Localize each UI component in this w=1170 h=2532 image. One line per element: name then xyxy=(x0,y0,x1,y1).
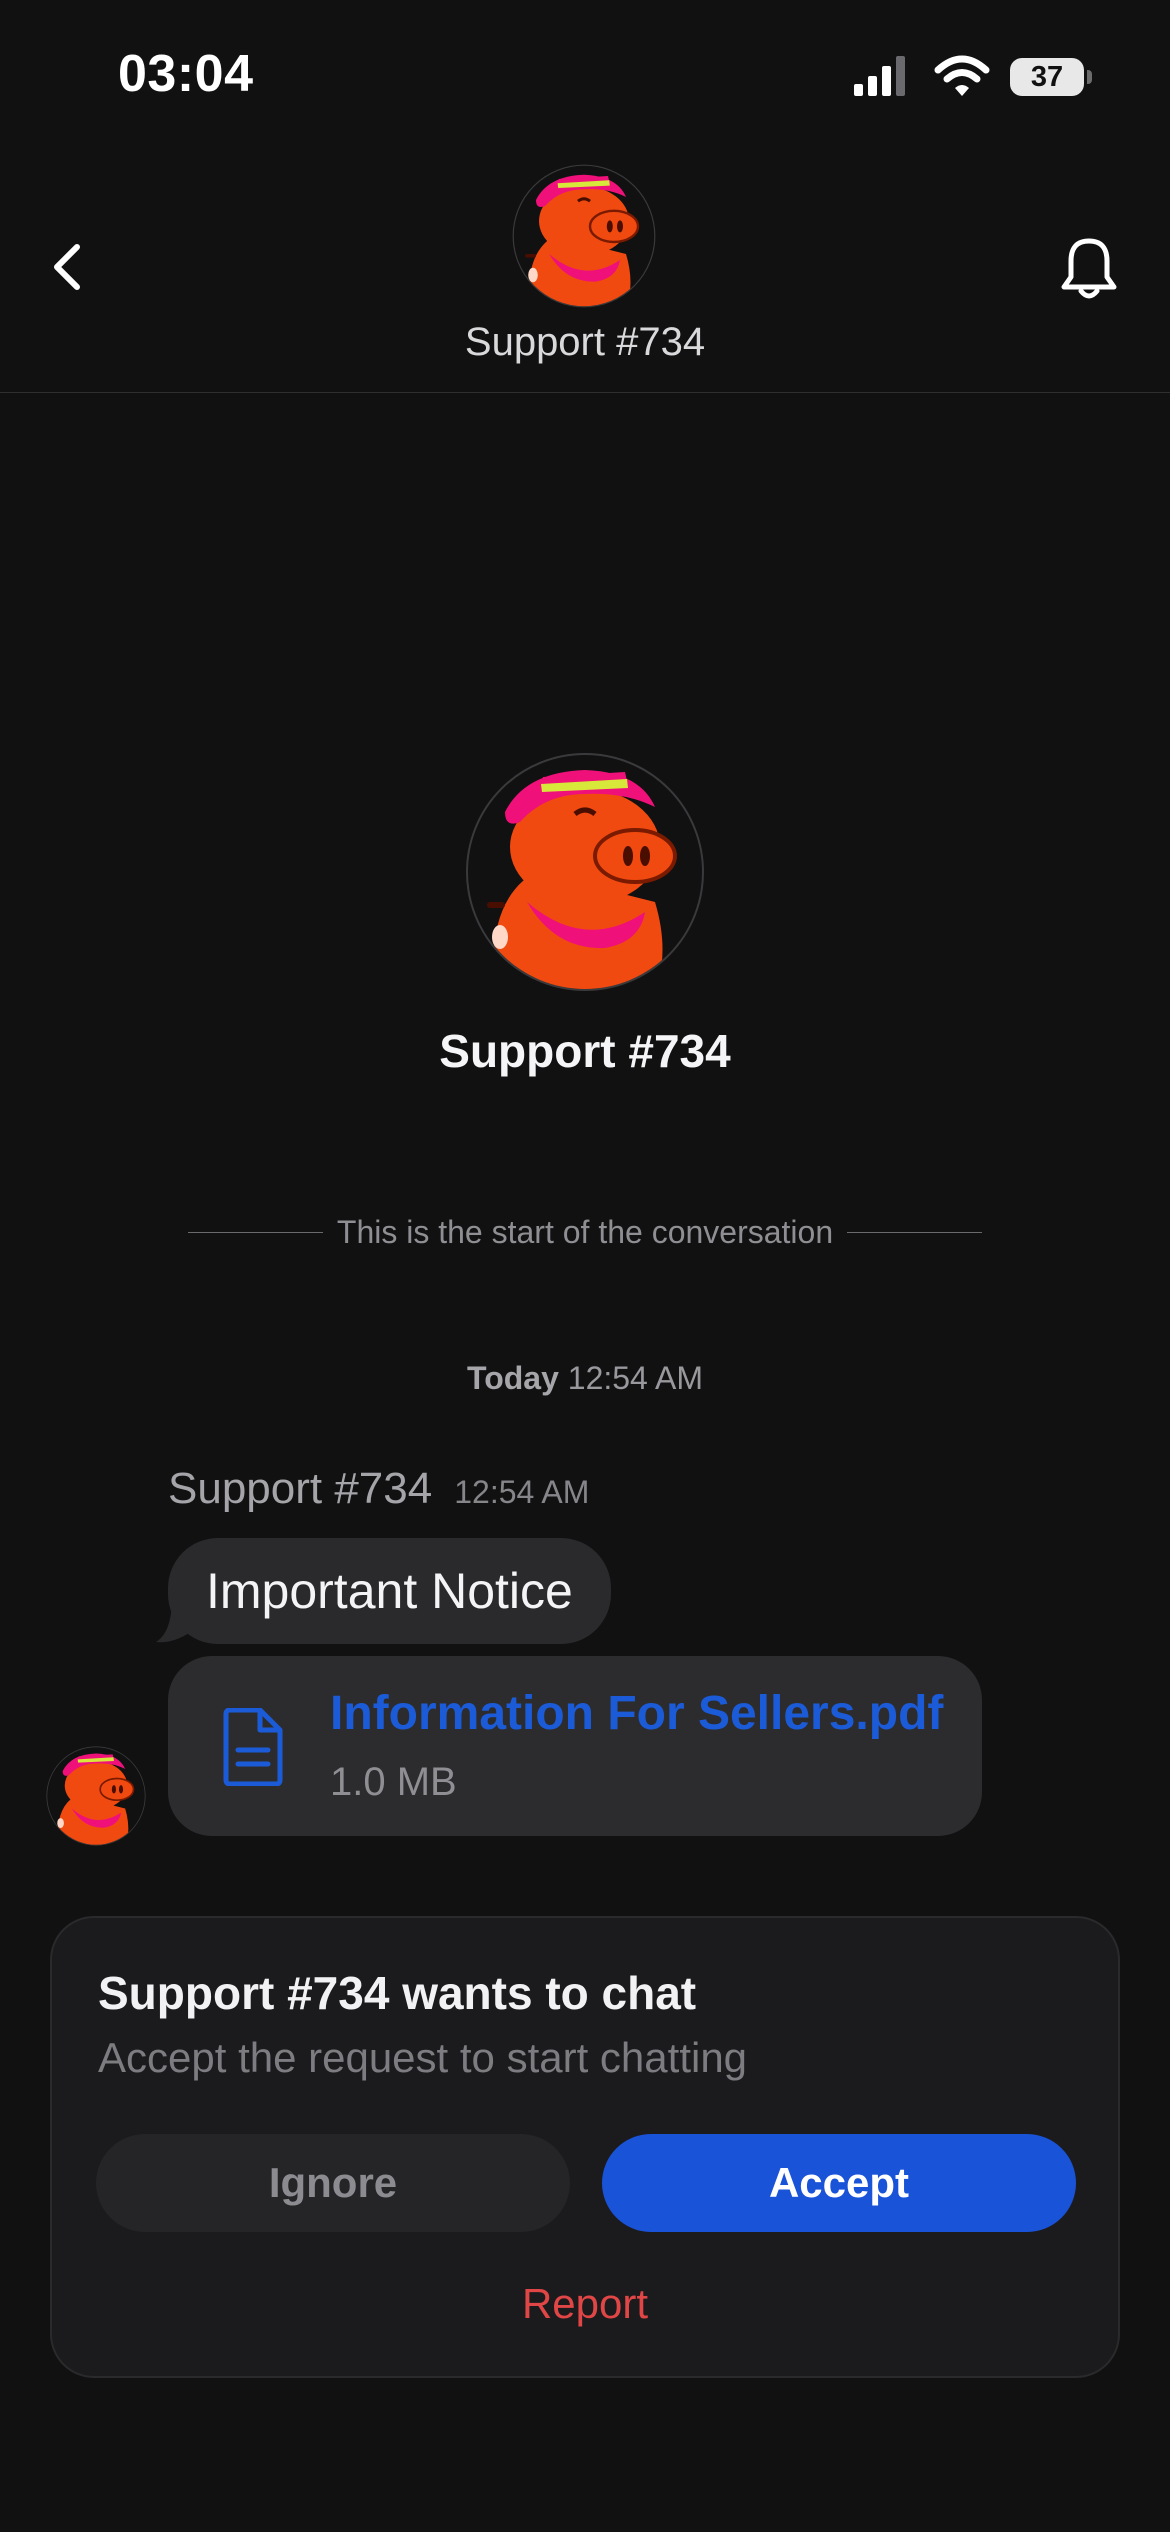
date-time: 12:54 AM xyxy=(567,1360,703,1396)
ignore-button[interactable]: Ignore xyxy=(96,2134,570,2232)
message-bubble[interactable]: Important Notice xyxy=(168,1538,611,1644)
request-title: Support #734 wants to chat xyxy=(98,1967,697,2019)
divider-line xyxy=(188,1232,323,1233)
bell-icon xyxy=(1061,238,1117,299)
status-time: 03:04 xyxy=(118,45,254,103)
report-button[interactable]: Report xyxy=(52,2280,1118,2328)
conversation-start-text: This is the start of the conversation xyxy=(336,1214,834,1250)
message-time: 12:54 AM xyxy=(454,1474,590,1510)
back-button[interactable] xyxy=(40,232,94,302)
signal-icon xyxy=(854,56,905,96)
attachment-size: 1.0 MB xyxy=(330,1760,457,1804)
message-meta: Support #734 12:54 AM xyxy=(168,1464,589,1514)
date-separator: Today 12:54 AM xyxy=(0,1360,1170,1397)
conversation-start-divider: This is the start of the conversation xyxy=(188,1214,983,1251)
sender-avatar[interactable] xyxy=(46,1746,146,1846)
notifications-button[interactable] xyxy=(1050,230,1128,308)
profile-avatar[interactable] xyxy=(465,752,705,992)
request-subtitle: Accept the request to start chatting xyxy=(98,2034,748,2081)
chevron-left-icon xyxy=(54,244,80,290)
chat-request-card: Support #734 wants to chat Accept the re… xyxy=(50,1916,1120,2378)
header-title: Support #734 xyxy=(464,320,706,364)
attachment-name[interactable]: Information For Sellers.pdf xyxy=(330,1686,943,1741)
battery-icon: 37 xyxy=(1010,58,1092,96)
divider-line xyxy=(847,1232,983,1233)
header-avatar[interactable] xyxy=(512,164,656,308)
accept-button[interactable]: Accept xyxy=(602,2134,1076,2232)
battery-level: 37 xyxy=(1030,61,1064,93)
profile-name: Support #734 xyxy=(439,1025,731,1077)
message-sender: Support #734 xyxy=(168,1464,433,1513)
attachment-card[interactable]: Information For Sellers.pdf 1.0 MB xyxy=(168,1656,982,1836)
status-icons: 37 xyxy=(852,54,1092,100)
date-day: Today xyxy=(467,1360,559,1396)
wifi-icon xyxy=(934,55,990,96)
document-icon xyxy=(223,1708,283,1786)
